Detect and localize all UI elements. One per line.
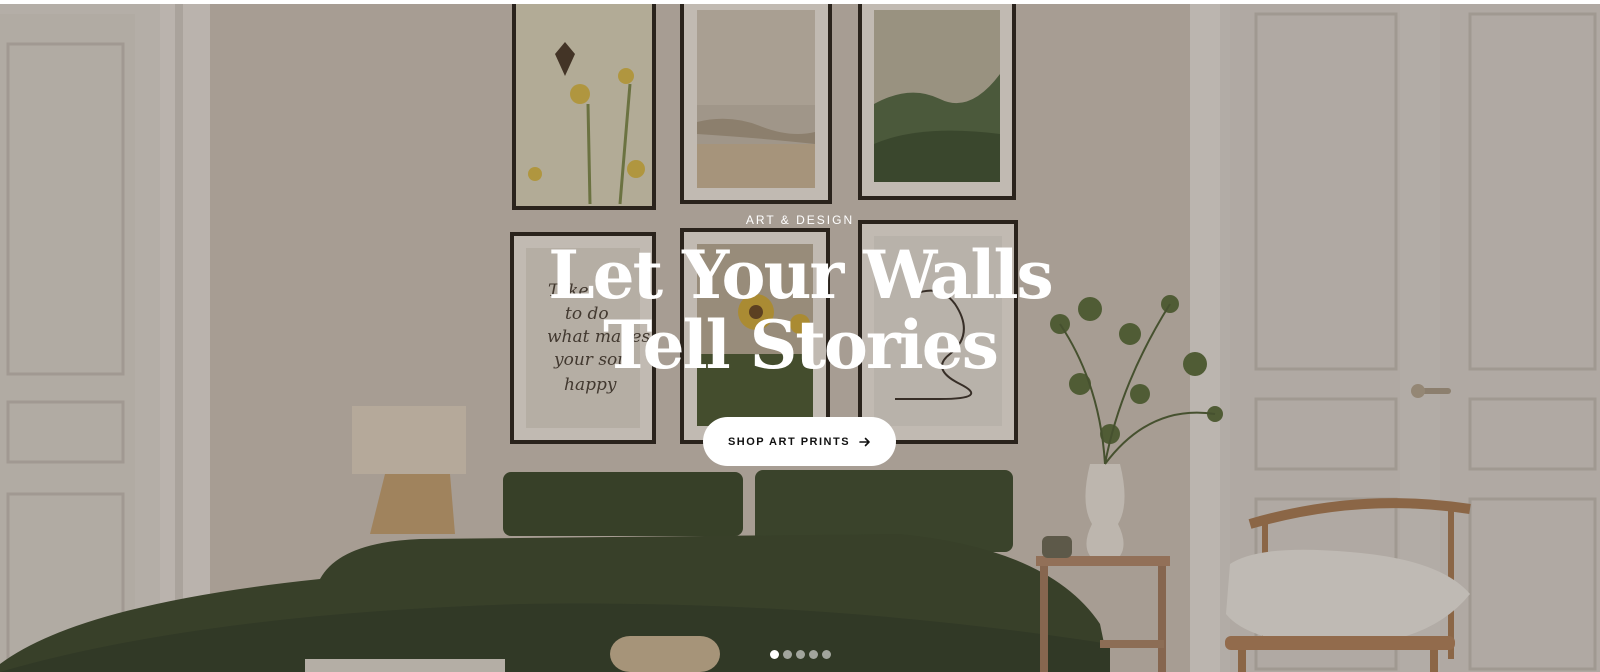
slider-dot-1[interactable] — [769, 650, 779, 659]
slider-dot-5[interactable] — [821, 650, 831, 659]
hero-content: ART & DESIGN Let Your Walls Tell Stories… — [0, 4, 1600, 672]
arrow-right-icon — [859, 436, 871, 448]
hero-banner: Take to do what makes your soul happy AR… — [0, 4, 1600, 672]
hero-headline-line-2: Tell Stories — [603, 306, 999, 384]
slider-dot-4[interactable] — [808, 650, 818, 659]
shop-art-prints-label: SHOP ART PRINTS — [727, 435, 851, 448]
slider-dot-2[interactable] — [782, 650, 792, 659]
hero-eyebrow: ART & DESIGN — [745, 213, 855, 227]
hero-headline: Let Your Walls Tell Stories — [0, 240, 1600, 380]
slider-pagination — [0, 650, 1600, 659]
hero-headline-line-1: Let Your Walls — [548, 236, 1053, 314]
shop-art-prints-button[interactable]: SHOP ART PRINTS — [703, 417, 896, 466]
slider-dot-3[interactable] — [795, 650, 805, 659]
